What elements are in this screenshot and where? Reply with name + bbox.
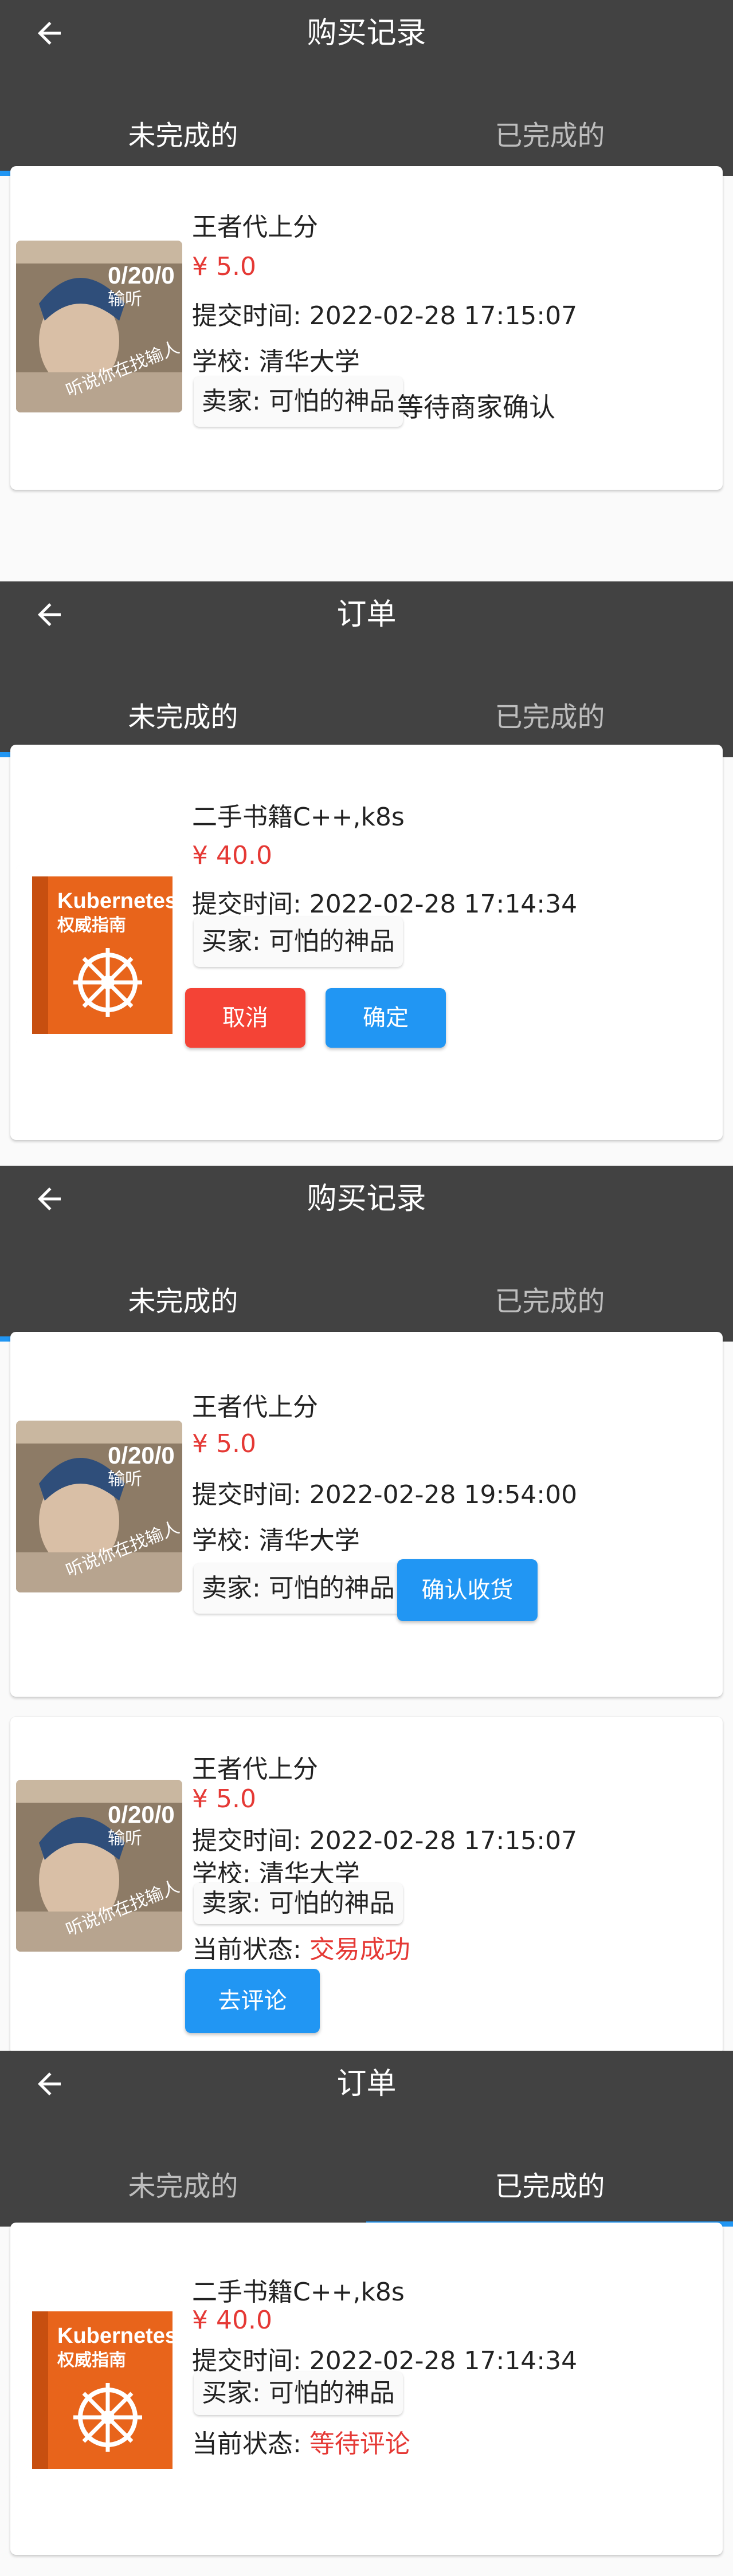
tab-incomplete[interactable]: 未完成的	[0, 1266, 366, 1337]
buyer-chip[interactable]: 买家: 可怕的神品	[194, 917, 403, 967]
screen-orders-2: 订单 未完成的 已完成的 Kubernetes 权威指南 二手书籍C++,k8s	[0, 2051, 733, 2576]
status-line: 当前状态: 等待评论	[192, 2423, 410, 2460]
school: 学校: 清华大学	[192, 347, 360, 376]
image-score: 0/20/0	[108, 262, 175, 289]
screen-orders-1: 订单 未完成的 已完成的 Kubernetes 权威指南 二手书籍C++,k8s	[0, 581, 733, 1166]
status-note: 等待商家确认	[397, 392, 555, 423]
book-title: Kubernetes	[57, 889, 177, 913]
product-price: ¥ 5.0	[192, 1429, 256, 1458]
cancel-button[interactable]: 取消	[185, 988, 305, 1048]
product-image: Kubernetes 权威指南	[16, 865, 182, 1045]
product-price: ¥ 5.0	[192, 1784, 256, 1814]
product-image: Kubernetes 权威指南	[16, 2300, 182, 2480]
screen-purchase-records-2: 购买记录 未完成的 已完成的 0/20/0 输听 听说你在找输人 王者代上分 ¥…	[0, 1166, 733, 2051]
portrait-image: 0/20/0 输听 听说你在找输人	[16, 241, 182, 412]
status-label: 当前状态:	[192, 2429, 309, 2459]
status-value: 等待评论	[309, 2429, 410, 2459]
tab-bar: 未完成的 已完成的	[0, 100, 733, 176]
image-role: 输听	[108, 1469, 142, 1489]
school: 学校: 清华大学	[192, 1526, 360, 1555]
screen-purchase-records-1: 购买记录 未完成的 已完成的 0/20/0 输听 听说你在找输人 王者代上分 ¥…	[0, 0, 733, 581]
app-bar: 订单	[0, 2051, 733, 2151]
tab-incomplete[interactable]: 未完成的	[0, 682, 366, 753]
submit-time: 提交时间: 2022-02-28 17:15:07	[192, 301, 578, 331]
image-score: 0/20/0	[108, 1442, 175, 1469]
app-bar: 购买记录	[0, 0, 733, 100]
order-card[interactable]: Kubernetes 权威指南 二手书籍C++,k8s ¥ 40.0 提交时间:…	[10, 2223, 723, 2555]
product-image: 0/20/0 输听 听说你在找输人	[16, 1780, 182, 1952]
product-name: 王者代上分	[192, 1755, 318, 1784]
product-name: 王者代上分	[192, 213, 318, 242]
book-title: Kubernetes	[57, 2324, 177, 2348]
submit-time: 提交时间: 2022-02-28 19:54:00	[192, 1480, 578, 1509]
tab-complete[interactable]: 已完成的	[367, 2151, 733, 2222]
tab-complete[interactable]: 已完成的	[367, 682, 733, 753]
page-title: 购买记录	[307, 16, 426, 50]
book-subtitle: 权威指南	[57, 915, 126, 935]
seller-chip[interactable]: 卖家: 可怕的神品	[194, 1883, 403, 1924]
portrait-image: 0/20/0 输听 听说你在找输人	[16, 1421, 182, 1592]
product-image: 0/20/0 输听 听说你在找输人	[16, 1421, 182, 1592]
review-button[interactable]: 去评论	[185, 1969, 320, 2033]
product-price: ¥ 40.0	[192, 2306, 272, 2335]
book-cover-image: Kubernetes 权威指南	[16, 2300, 182, 2480]
tab-complete[interactable]: 已完成的	[367, 1266, 733, 1337]
product-price: ¥ 5.0	[192, 252, 256, 281]
tab-bar: 未完成的 已完成的	[0, 2151, 733, 2227]
seller-chip[interactable]: 卖家: 可怕的神品	[194, 376, 403, 427]
product-name: 二手书籍C++,k8s	[192, 803, 405, 832]
buyer-chip[interactable]: 买家: 可怕的神品	[194, 2372, 403, 2415]
order-card[interactable]: 0/20/0 输听 听说你在找输人 王者代上分 ¥ 5.0 提交时间: 2022…	[10, 1332, 723, 1697]
status-line: 当前状态: 交易成功	[192, 1929, 410, 1965]
book-subtitle: 权威指南	[57, 2350, 126, 2370]
image-role: 输听	[108, 1828, 142, 1849]
order-card[interactable]: 0/20/0 输听 听说你在找输人 王者代上分 ¥ 5.0 提交时间: 2022…	[10, 166, 723, 490]
tab-incomplete[interactable]: 未完成的	[0, 2151, 366, 2222]
tab-complete[interactable]: 已完成的	[367, 100, 733, 171]
confirm-receipt-button[interactable]: 确认收货	[397, 1559, 538, 1621]
seller-chip[interactable]: 卖家: 可怕的神品	[194, 1563, 403, 1614]
submit-time: 提交时间: 2022-02-28 17:14:34	[192, 890, 578, 919]
app-bar: 购买记录	[0, 1166, 733, 1266]
submit-time: 提交时间: 2022-02-28 17:15:07	[192, 1826, 578, 1855]
app-bar: 订单	[0, 581, 733, 682]
book-cover-image: Kubernetes 权威指南	[16, 865, 182, 1045]
product-price: ¥ 40.0	[192, 841, 272, 870]
image-score: 0/20/0	[108, 1801, 175, 1828]
portrait-image: 0/20/0 输听 听说你在找输人	[16, 1780, 182, 1952]
status-label: 当前状态:	[192, 1935, 309, 1964]
product-image: 0/20/0 输听 听说你在找输人	[16, 241, 182, 412]
tab-incomplete[interactable]: 未完成的	[0, 100, 366, 171]
status-value: 交易成功	[309, 1935, 410, 1964]
order-card[interactable]: Kubernetes 权威指南 二手书籍C++,k8s ¥ 40.0 提交时间:…	[10, 745, 723, 1140]
page-title: 订单	[336, 2067, 397, 2101]
image-role: 输听	[108, 289, 142, 309]
product-name: 二手书籍C++,k8s	[192, 2278, 405, 2307]
tab-bar: 未完成的 已完成的	[0, 1266, 733, 1342]
confirm-button[interactable]: 确定	[326, 988, 446, 1048]
page-title: 购买记录	[307, 1182, 426, 1216]
product-name: 王者代上分	[192, 1393, 318, 1422]
page-title: 订单	[336, 597, 397, 632]
order-card[interactable]: 0/20/0 输听 听说你在找输人 王者代上分 ¥ 5.0 提交时间: 2022…	[10, 1717, 723, 2051]
